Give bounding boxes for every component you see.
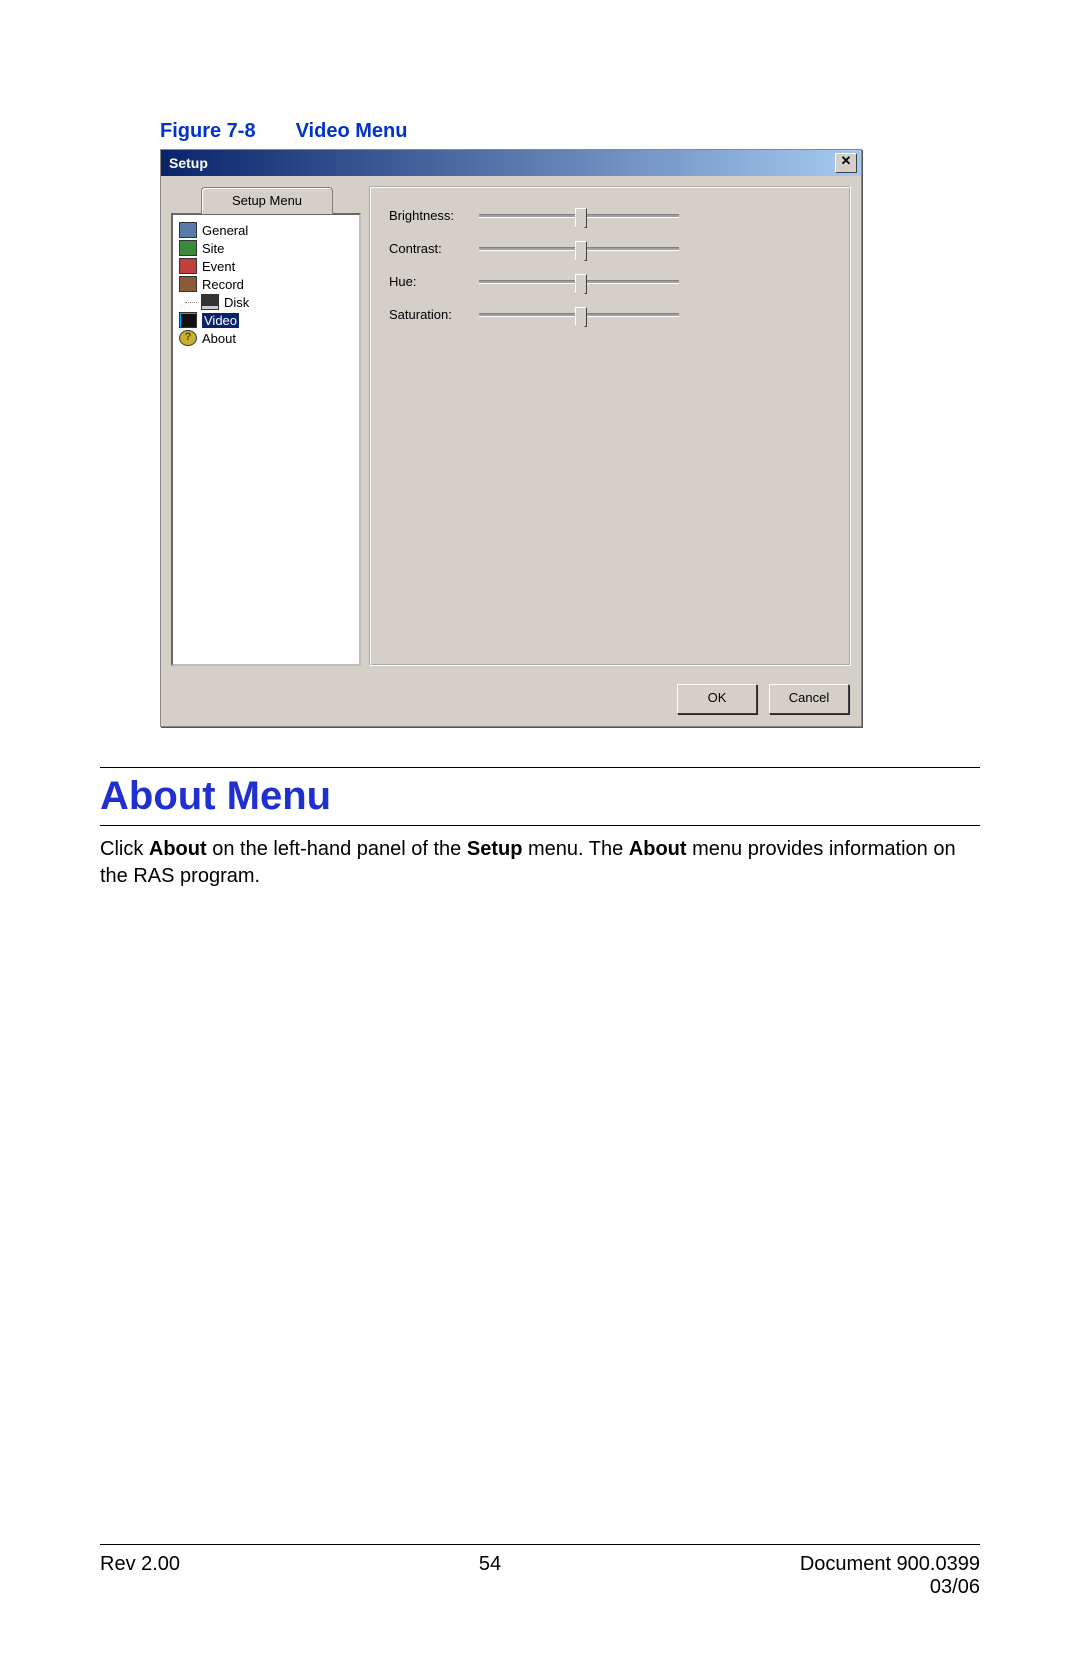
dialog-body: Setup Menu General Site Event Record Disk Vid… [161,176,861,676]
tree-item-about[interactable]: ? About [177,329,355,347]
setup-menu-tab[interactable]: Setup Menu [201,187,333,214]
tree-item-label: Site [202,241,224,256]
tree-item-label: General [202,223,248,238]
footer-divider [100,1544,980,1545]
slider-track[interactable] [479,247,679,251]
left-panel: Setup Menu General Site Event Record Disk Vid… [171,186,361,666]
footer-date: 03/06 [930,1576,980,1598]
section-divider [100,767,980,768]
cancel-button[interactable]: Cancel [769,684,849,714]
tree-item-site[interactable]: Site [177,239,355,257]
dialog-title: Setup [169,155,208,171]
slider-track[interactable] [479,313,679,317]
slider-label: Hue: [389,274,479,289]
slider-thumb[interactable] [575,241,587,261]
slider-row: Saturation: [389,307,831,322]
bold-text: About [629,838,687,860]
disk-icon [201,294,219,310]
slider-label: Contrast: [389,241,479,256]
footer-rev: Rev 2.00 [100,1553,180,1599]
setup-dialog: Setup ✕ Setup Menu General Site Event Recor… [160,149,862,727]
slider-row: Brightness: [389,208,831,223]
text: menu. The [522,838,628,860]
footer-page: 54 [479,1553,501,1599]
document-page: Figure 7-8 Video Menu Setup ✕ Setup Menu … [0,0,1080,1669]
bell-icon [179,258,197,274]
figure-title: Video Menu [296,120,408,142]
tree-item-label: Record [202,277,244,292]
tree-item-event[interactable]: Event [177,257,355,275]
slider-thumb[interactable] [575,208,587,228]
slider-label: Saturation: [389,307,479,322]
tree-item-general[interactable]: General [177,221,355,239]
nav-tree: General Site Event Record Disk Video? About [171,213,361,666]
bold-text: Setup [467,838,523,860]
slider-row: Hue: [389,274,831,289]
footer-right: Document 900.0399 03/06 [800,1553,980,1599]
slider-thumb[interactable] [575,307,587,327]
help-icon: ? [179,330,197,346]
footer-doc: Document 900.0399 [800,1553,980,1575]
slider-thumb[interactable] [575,274,587,294]
slider-label: Brightness: [389,208,479,223]
dialog-button-row: OK Cancel [161,676,861,726]
tree-item-label: Disk [224,295,249,310]
record-icon [179,276,197,292]
section-divider [100,825,980,826]
text: Click [100,838,149,860]
tree-item-label: Event [202,259,235,274]
tree-item-record[interactable]: Record [177,275,355,293]
tree-item-disk[interactable]: Disk [199,293,355,311]
slider-row: Contrast: [389,241,831,256]
figure-label: Figure 7-8 [160,120,256,142]
tree-item-video[interactable]: Video [177,311,355,329]
slider-track[interactable] [479,280,679,284]
close-icon[interactable]: ✕ [835,153,857,173]
tree-item-label: Video [202,313,239,328]
page-footer: Rev 2.00 54 Document 900.0399 03/06 [100,1544,980,1599]
card-icon [179,222,197,238]
video-settings-panel: Brightness: Contrast: Hue: Saturation: [369,186,851,666]
section-heading: About Menu [100,774,980,819]
figure-caption: Figure 7-8 Video Menu [160,120,980,143]
tree-item-label: About [202,331,236,346]
body-paragraph: Click About on the left-hand panel of th… [100,836,980,890]
dialog-titlebar[interactable]: Setup ✕ [161,150,861,176]
monitor-icon [179,312,197,328]
ok-button[interactable]: OK [677,684,757,714]
text: on the left-hand panel of the [207,838,467,860]
globe-icon [179,240,197,256]
slider-track[interactable] [479,214,679,218]
bold-text: About [149,838,207,860]
